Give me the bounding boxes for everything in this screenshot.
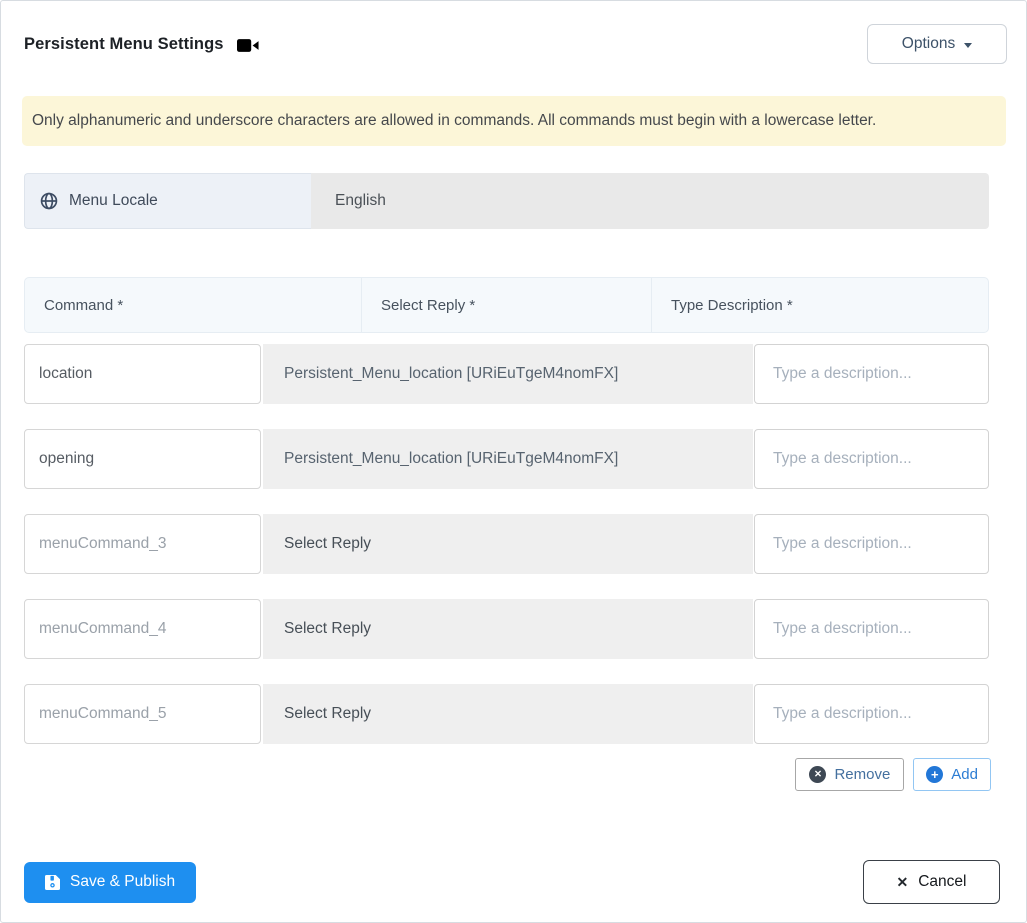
panel-header: Persistent Menu Settings Options: [24, 24, 1007, 64]
menu-locale-group: Menu Locale English: [24, 173, 989, 229]
commands-info-alert: Only alphanumeric and underscore charact…: [22, 96, 1006, 146]
cancel-button[interactable]: ✕ Cancel: [863, 860, 1000, 904]
select-reply-dropdown[interactable]: Select Reply: [263, 599, 753, 659]
table-row: Select Reply: [24, 684, 989, 744]
title-group: Persistent Menu Settings: [24, 35, 259, 54]
remove-button-label: Remove: [834, 766, 891, 783]
plus-circle-icon: +: [926, 766, 944, 783]
page-title: Persistent Menu Settings: [24, 34, 224, 53]
select-reply-value: Select Reply: [284, 535, 372, 552]
video-camera-icon[interactable]: [236, 38, 259, 53]
options-button[interactable]: Options: [867, 24, 1007, 64]
row-actions: ✕ Remove + Add: [24, 758, 991, 791]
select-reply-dropdown[interactable]: Persistent_Menu_location [URiEuTgeM4nomF…: [263, 344, 753, 404]
select-reply-dropdown[interactable]: Persistent_Menu_location [URiEuTgeM4nomF…: [263, 429, 753, 489]
select-reply-value: Select Reply: [284, 620, 372, 637]
description-input[interactable]: [754, 344, 989, 404]
save-publish-label: Save & Publish: [70, 873, 176, 890]
command-input[interactable]: [24, 344, 261, 404]
menu-locale-label-cell: Menu Locale: [24, 173, 311, 229]
description-input[interactable]: [754, 514, 989, 574]
select-reply-dropdown[interactable]: Select Reply: [263, 684, 753, 744]
select-reply-value: Persistent_Menu_location [URiEuTgeM4nomF…: [284, 450, 619, 467]
panel-footer: Save & Publish ✕ Cancel: [24, 860, 1000, 904]
alert-text: Only alphanumeric and underscore charact…: [32, 112, 877, 129]
description-input[interactable]: [754, 429, 989, 489]
table-header-row: Command * Select Reply * Type Descriptio…: [24, 277, 989, 333]
column-header-select-reply: Select Reply *: [361, 278, 652, 332]
column-header-command: Command *: [44, 296, 124, 314]
menu-locale-value: English: [311, 173, 989, 229]
select-reply-dropdown[interactable]: Select Reply: [263, 514, 753, 574]
table-row: Persistent_Menu_location [URiEuTgeM4nomF…: [24, 344, 989, 404]
menu-locale-label: Menu Locale: [69, 192, 158, 209]
x-circle-icon: ✕: [809, 766, 827, 783]
add-row-button[interactable]: + Add: [913, 758, 991, 791]
description-input[interactable]: [754, 684, 989, 744]
cancel-button-label: Cancel: [918, 873, 967, 890]
table-row: Select Reply: [24, 514, 989, 574]
persistent-menu-settings-panel: Persistent Menu Settings Options Only al…: [0, 0, 1027, 923]
description-input[interactable]: [754, 599, 989, 659]
save-publish-button[interactable]: Save & Publish: [24, 861, 197, 903]
command-input[interactable]: [24, 514, 261, 574]
select-reply-value: Select Reply: [284, 705, 372, 722]
remove-row-button[interactable]: ✕ Remove: [795, 758, 905, 791]
floppy-disk-icon: [45, 874, 60, 890]
column-header-type-description: Type Description *: [671, 296, 793, 314]
globe-icon: [40, 192, 58, 210]
command-input[interactable]: [24, 599, 261, 659]
select-reply-value: Persistent_Menu_location [URiEuTgeM4nomF…: [284, 365, 619, 382]
close-icon: ✕: [896, 873, 909, 890]
caret-down-icon: [964, 42, 973, 48]
command-input[interactable]: [24, 684, 261, 744]
table-row: Persistent_Menu_location [URiEuTgeM4nomF…: [24, 429, 989, 489]
command-input[interactable]: [24, 429, 261, 489]
add-button-label: Add: [951, 766, 978, 783]
options-button-label: Options: [901, 35, 956, 52]
table-row: Select Reply: [24, 599, 989, 659]
menu-locale-value-text: English: [335, 192, 386, 209]
